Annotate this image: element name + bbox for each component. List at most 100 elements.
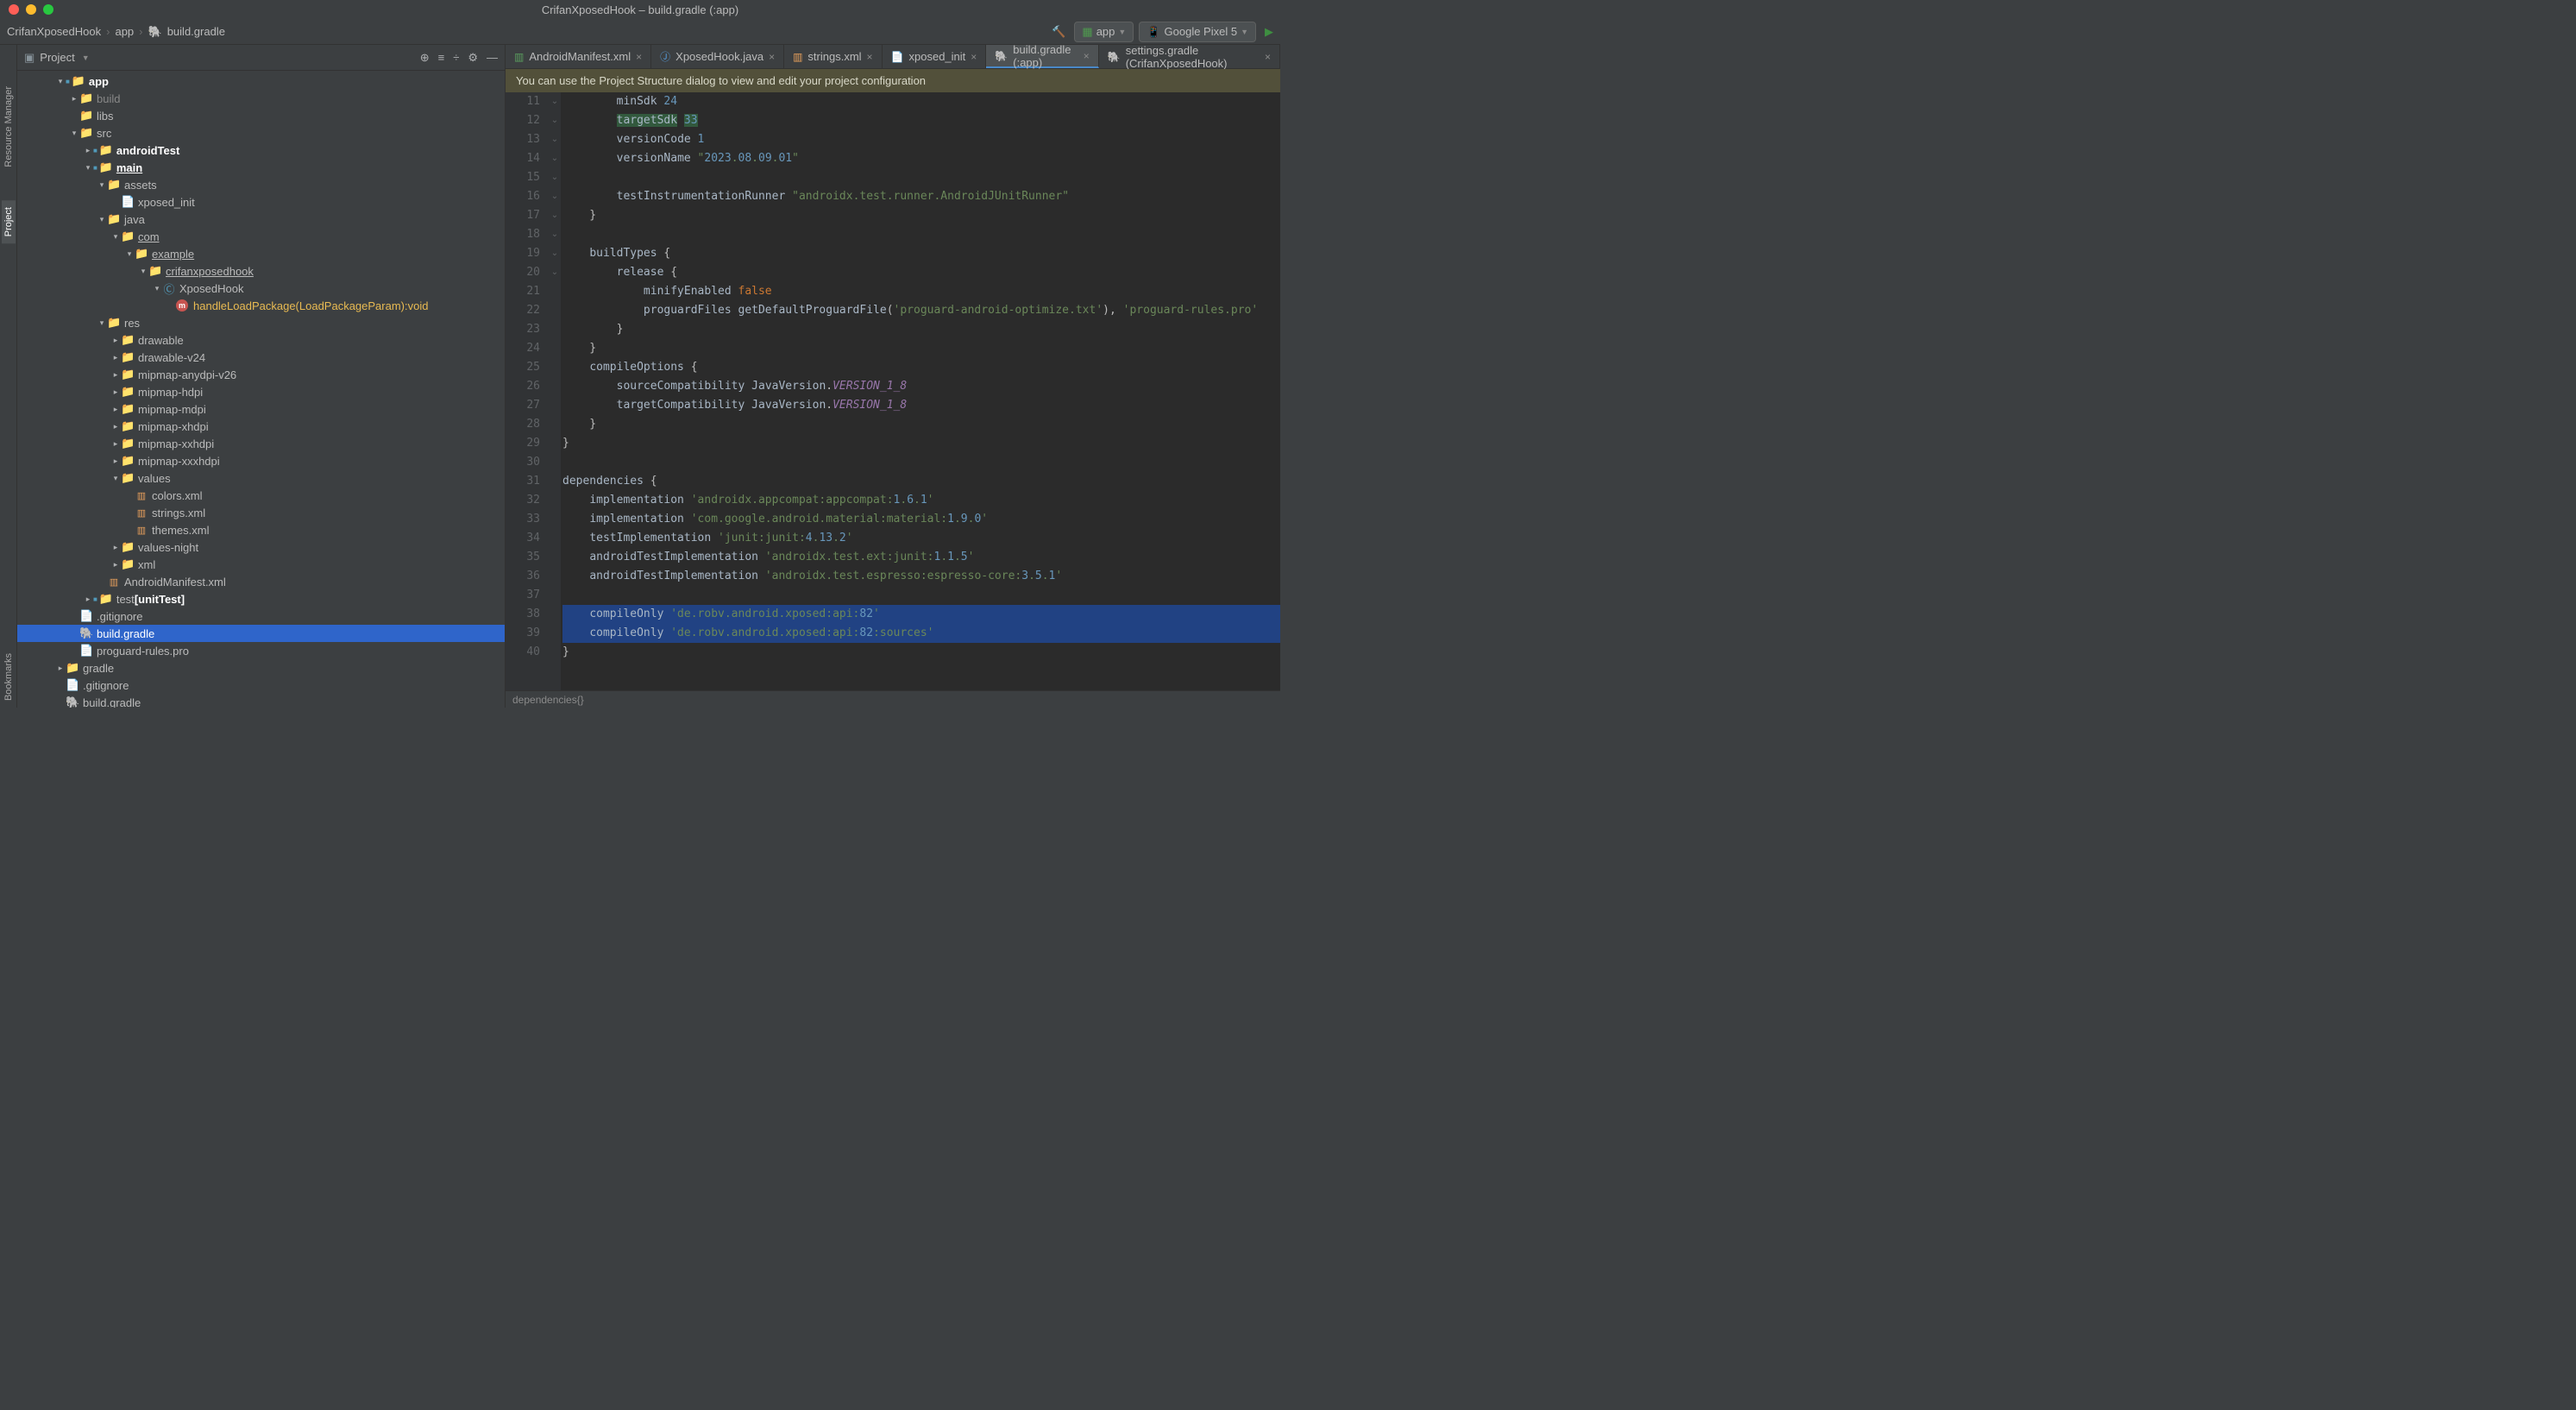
tree-folder-mipmap-mdpi[interactable]: ▸📁mipmap-mdpi: [17, 400, 505, 418]
chevron-right-icon[interactable]: ▸: [83, 146, 93, 155]
chevron-right-icon[interactable]: ▸: [55, 664, 66, 673]
tree-folder-drawable-v24[interactable]: ▸📁drawable-v24: [17, 349, 505, 366]
breadcrumb-item[interactable]: CrifanXposedHook: [7, 25, 101, 38]
chevron-down-icon[interactable]: ▾: [138, 267, 148, 276]
tab-settings-gradle-crifanxposedhook-[interactable]: 🐘settings.gradle (CrifanXposedHook)×: [1099, 45, 1280, 68]
tree-folder-assets[interactable]: ▾📁assets: [17, 176, 505, 193]
code-content[interactable]: minSdk 24 targetSdk 33 versionCode 1 ver…: [561, 92, 1280, 690]
expand-all-icon[interactable]: ≡: [438, 51, 445, 65]
collapse-all-icon[interactable]: ÷: [453, 51, 459, 65]
tree-folder-mipmap-xxxhdpi[interactable]: ▸📁mipmap-xxxhdpi: [17, 452, 505, 469]
tree-folder-test[interactable]: ▸■📁test [unitTest]: [17, 590, 505, 607]
chevron-down-icon[interactable]: ▾: [110, 474, 121, 483]
tree-file-manifest[interactable]: ▸▥AndroidManifest.xml: [17, 573, 505, 590]
tree-folder-libs[interactable]: ▸📁libs: [17, 107, 505, 124]
close-icon[interactable]: ×: [867, 51, 873, 63]
tab-xposedhook-java[interactable]: ⒿXposedHook.java×: [651, 45, 784, 68]
window-maximize[interactable]: [43, 4, 53, 15]
chevron-right-icon[interactable]: ▸: [110, 405, 121, 414]
tree-folder-values[interactable]: ▾📁values: [17, 469, 505, 487]
chevron-right-icon[interactable]: ▸: [110, 456, 121, 466]
tree-file-strings[interactable]: ▸▥strings.xml: [17, 504, 505, 521]
tree-class-xposedhook[interactable]: ▾ⒸXposedHook: [17, 280, 505, 297]
breadcrumb-item[interactable]: build.gradle: [167, 25, 225, 38]
sidebar-title[interactable]: Project: [40, 51, 74, 64]
chevron-right-icon[interactable]: ▸: [110, 422, 121, 431]
project-tool[interactable]: Project: [2, 200, 16, 243]
close-icon[interactable]: ×: [1084, 50, 1090, 62]
tree-pkg-com[interactable]: ▾📁com: [17, 228, 505, 245]
project-structure-banner[interactable]: You can use the Project Structure dialog…: [506, 69, 1280, 92]
chevron-down-icon[interactable]: ▾: [97, 318, 107, 328]
close-icon[interactable]: ×: [769, 51, 775, 63]
run-button[interactable]: ▶: [1265, 25, 1273, 39]
tab-strings-xml[interactable]: ▥strings.xml×: [784, 45, 882, 68]
tree-folder-drawable[interactable]: ▸📁drawable: [17, 331, 505, 349]
chevron-right-icon[interactable]: ▸: [110, 439, 121, 449]
window-minimize[interactable]: [26, 4, 36, 15]
chevron-down-icon[interactable]: ▾: [97, 215, 107, 224]
tree-folder-app[interactable]: ▾■📁app: [17, 72, 505, 90]
tree-file-build-gradle[interactable]: ▸🐘build.gradle: [17, 625, 505, 642]
tree-folder-build[interactable]: ▸📁build: [17, 90, 505, 107]
tree-folder-res[interactable]: ▾📁res: [17, 314, 505, 331]
breadcrumb[interactable]: CrifanXposedHook › app › 🐘 build.gradle: [7, 25, 225, 39]
chevron-right-icon[interactable]: ▸: [110, 336, 121, 345]
fold-gutter[interactable]: ⌄⌄⌄⌄⌄⌄⌄⌄⌄⌄: [549, 92, 561, 690]
tree-file-build-gradle-root[interactable]: ▸🐘build.gradle: [17, 694, 505, 708]
tab-androidmanifest-xml[interactable]: ▥AndroidManifest.xml×: [506, 45, 651, 68]
close-icon[interactable]: ×: [1265, 51, 1271, 63]
chevron-down-icon[interactable]: ▼: [82, 54, 90, 62]
device-selector[interactable]: 📱 Google Pixel 5 ▼: [1139, 22, 1256, 42]
line-gutter[interactable]: 1112131415161718192021222324252627282930…: [506, 92, 549, 690]
chevron-down-icon[interactable]: ▾: [69, 129, 79, 138]
tree-folder-mipmap-hdpi[interactable]: ▸📁mipmap-hdpi: [17, 383, 505, 400]
chevron-right-icon[interactable]: ▸: [110, 560, 121, 570]
tree-pkg-example[interactable]: ▾📁example: [17, 245, 505, 262]
tab-build-gradle-app-[interactable]: 🐘build.gradle (:app)×: [986, 45, 1098, 68]
bookmarks-tool[interactable]: Bookmarks: [2, 645, 16, 708]
chevron-down-icon[interactable]: ▾: [83, 163, 93, 173]
run-config-selector[interactable]: ▦ app ▼: [1074, 22, 1134, 42]
tree-method[interactable]: ▸mhandleLoadPackage(LoadPackageParam):vo…: [17, 297, 505, 314]
resource-manager-tool[interactable]: Resource Manager: [2, 79, 16, 174]
code-area[interactable]: 1112131415161718192021222324252627282930…: [506, 92, 1280, 690]
tree-folder-mipmap-anydpi[interactable]: ▸📁mipmap-anydpi-v26: [17, 366, 505, 383]
tree-file-proguard[interactable]: ▸📄proguard-rules.pro: [17, 642, 505, 659]
close-icon[interactable]: ×: [636, 51, 642, 63]
chevron-down-icon[interactable]: ▾: [152, 284, 162, 293]
window-close[interactable]: [9, 4, 19, 15]
chevron-down-icon[interactable]: ▾: [55, 77, 66, 86]
tree-folder-gradle[interactable]: ▸📁gradle: [17, 659, 505, 677]
project-tree[interactable]: ▾■📁app ▸📁build ▸📁libs ▾📁src ▸■📁androidTe…: [17, 71, 505, 708]
chevron-down-icon[interactable]: ▾: [97, 180, 107, 190]
tree-folder-main[interactable]: ▾■📁main: [17, 159, 505, 176]
editor-breadcrumb[interactable]: dependencies{}: [506, 690, 1280, 708]
tree-folder-mipmap-xxhdpi[interactable]: ▸📁mipmap-xxhdpi: [17, 435, 505, 452]
tree-folder-src[interactable]: ▾📁src: [17, 124, 505, 142]
chevron-right-icon[interactable]: ▸: [110, 370, 121, 380]
tree-folder-values-night[interactable]: ▸📁values-night: [17, 538, 505, 556]
tree-file-gitignore[interactable]: ▸📄.gitignore: [17, 607, 505, 625]
tree-folder-mipmap-xhdpi[interactable]: ▸📁mipmap-xhdpi: [17, 418, 505, 435]
chevron-right-icon[interactable]: ▸: [110, 543, 121, 552]
chevron-right-icon[interactable]: ▸: [110, 387, 121, 397]
build-icon[interactable]: 🔨: [1052, 25, 1065, 39]
chevron-right-icon[interactable]: ▸: [69, 94, 79, 104]
tree-file-gitignore-root[interactable]: ▸📄.gitignore: [17, 677, 505, 694]
gear-icon[interactable]: ⚙: [468, 51, 478, 65]
tab-xposed-init[interactable]: 📄xposed_init×: [883, 45, 987, 68]
tree-file-colors[interactable]: ▸▥colors.xml: [17, 487, 505, 504]
breadcrumb-item[interactable]: app: [115, 25, 134, 38]
close-icon[interactable]: ×: [971, 51, 977, 63]
tree-folder-xml[interactable]: ▸📁xml: [17, 556, 505, 573]
hide-icon[interactable]: —: [487, 51, 498, 65]
chevron-down-icon[interactable]: ▾: [124, 249, 135, 259]
chevron-right-icon[interactable]: ▸: [110, 353, 121, 362]
select-opened-file-icon[interactable]: ⊕: [420, 51, 430, 65]
tree-file-themes[interactable]: ▸▥themes.xml: [17, 521, 505, 538]
tree-file-xposed-init[interactable]: ▸📄xposed_init: [17, 193, 505, 211]
tree-folder-java[interactable]: ▾📁java: [17, 211, 505, 228]
tree-pkg-crifanxposedhook[interactable]: ▾📁crifanxposedhook: [17, 262, 505, 280]
tree-folder-androidtest[interactable]: ▸■📁androidTest: [17, 142, 505, 159]
